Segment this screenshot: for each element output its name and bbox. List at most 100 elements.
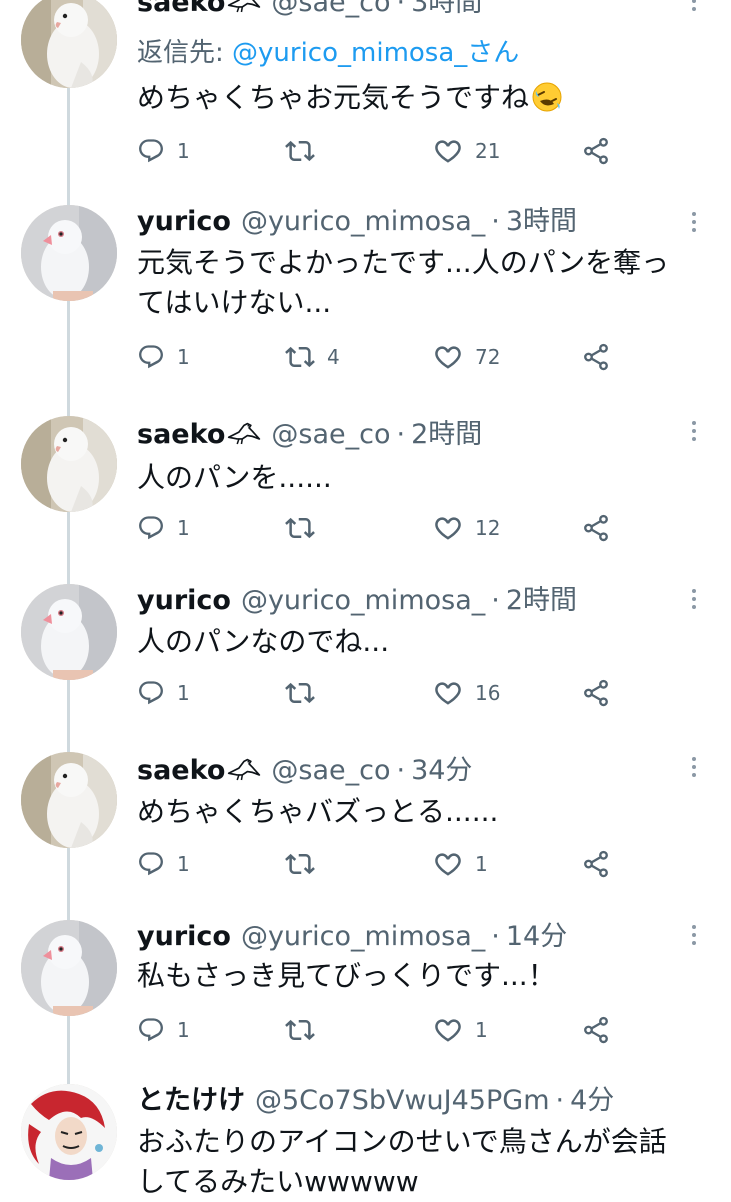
- tweet-card[interactable]: saeko @sae_co · 2時間 人のパンを...... 1 12: [0, 416, 731, 566]
- mention-link[interactable]: @yurico_mimosa_さん: [232, 38, 519, 68]
- share-button[interactable]: [581, 133, 611, 169]
- retweet-button[interactable]: 4: [285, 339, 340, 375]
- reply-button[interactable]: 1: [137, 1012, 190, 1048]
- reply-icon: [137, 137, 165, 165]
- share-button[interactable]: [581, 339, 611, 375]
- bird-badge-icon: [227, 0, 261, 14]
- timestamp[interactable]: 4分: [570, 1085, 614, 1116]
- more-options-icon[interactable]: [684, 209, 704, 239]
- like-button[interactable]: 1: [433, 846, 488, 882]
- share-icon: [581, 678, 611, 708]
- tweet-text: めちゃくちゃお元気そうですね: [137, 78, 707, 118]
- user-handle[interactable]: @sae_co: [271, 419, 390, 450]
- timestamp[interactable]: 3時間: [506, 206, 577, 237]
- separator-dot: ·: [555, 1085, 565, 1116]
- more-options-icon[interactable]: [684, 922, 704, 952]
- tweet-card[interactable]: saeko @sae_co · 3時間 返信先: @yurico_mimosa_さん …: [0, 0, 731, 190]
- reply-icon: [137, 343, 165, 371]
- avatar[interactable]: [21, 205, 117, 301]
- replying-to-label: 返信先:: [137, 38, 233, 68]
- display-name[interactable]: yurico: [137, 921, 231, 952]
- timestamp[interactable]: 2時間: [506, 585, 577, 616]
- reply-button[interactable]: 1: [137, 510, 190, 546]
- retweet-icon: [285, 849, 315, 879]
- heart-icon: [433, 1015, 463, 1045]
- user-handle[interactable]: @yurico_mimosa_: [241, 206, 485, 237]
- like-button[interactable]: 1: [433, 1012, 488, 1048]
- avatar[interactable]: [21, 416, 117, 512]
- tweet-card[interactable]: とたけけ @5Co7SbVwuJ45PGm · 4分 おふたりのアイコンのせいで鳥さん…: [0, 1084, 731, 1200]
- share-button[interactable]: [581, 846, 611, 882]
- display-name[interactable]: saeko: [137, 755, 225, 786]
- like-count: 1: [475, 1018, 488, 1042]
- user-handle[interactable]: @yurico_mimosa_: [241, 921, 485, 952]
- avatar[interactable]: [21, 1084, 117, 1180]
- retweet-button[interactable]: [285, 1012, 327, 1048]
- heart-icon: [433, 136, 463, 166]
- share-button[interactable]: [581, 510, 611, 546]
- timestamp[interactable]: 3時間: [411, 0, 482, 18]
- tweet-header: saeko @sae_co · 2時間: [137, 418, 482, 452]
- avatar[interactable]: [21, 584, 117, 680]
- tweet-text-line: 私もさっき見てびっくりです...！: [137, 959, 556, 992]
- reply-button[interactable]: 1: [137, 675, 190, 711]
- display-name[interactable]: とたけけ: [137, 1085, 245, 1116]
- user-handle[interactable]: @sae_co: [271, 755, 390, 786]
- timestamp[interactable]: 2時間: [411, 419, 482, 450]
- tweet-actions: 1 1: [137, 1012, 617, 1048]
- reply-button[interactable]: 1: [137, 133, 190, 169]
- tweet-actions: 1 1: [137, 846, 617, 882]
- like-button[interactable]: 12: [433, 510, 500, 546]
- avatar[interactable]: [21, 0, 117, 88]
- tweet-header: yurico @yurico_mimosa_ · 14分: [137, 920, 567, 954]
- tweet-card[interactable]: saeko @sae_co · 34分 めちゃくちゃバズっとる...... 1 1: [0, 752, 731, 912]
- user-handle[interactable]: @sae_co: [271, 0, 390, 18]
- like-count: 16: [475, 681, 501, 705]
- avatar[interactable]: [21, 920, 117, 1016]
- retweet-icon: [285, 513, 315, 543]
- tweet-text-line: してるみたいwwwww: [137, 1165, 419, 1198]
- reply-count: 1: [177, 345, 190, 369]
- timestamp[interactable]: 14分: [506, 921, 567, 952]
- tweet-text-line: 人のパンなのでね...: [137, 625, 390, 658]
- like-count: 12: [475, 516, 501, 540]
- replying-to: 返信先: @yurico_mimosa_さん: [137, 36, 519, 70]
- tweet-header: saeko @sae_co · 34分: [137, 754, 472, 788]
- retweet-button[interactable]: [285, 510, 327, 546]
- tweet-card[interactable]: yurico @yurico_mimosa_ · 2時間 人のパンなのでね... 1 …: [0, 584, 731, 734]
- retweet-button[interactable]: [285, 675, 327, 711]
- rolling-laughing-emoji-icon: [532, 82, 562, 112]
- tweet-actions: 1 12: [137, 510, 617, 546]
- more-options-icon[interactable]: [684, 0, 704, 18]
- retweet-button[interactable]: [285, 846, 327, 882]
- display-name[interactable]: saeko: [137, 0, 225, 18]
- tweet-card[interactable]: yurico @yurico_mimosa_ · 14分 私もさっき見てびっくりです.…: [0, 920, 731, 1070]
- more-options-icon[interactable]: [684, 586, 704, 616]
- share-button[interactable]: [581, 675, 611, 711]
- display-name[interactable]: yurico: [137, 206, 231, 237]
- retweet-button[interactable]: [285, 133, 327, 169]
- like-count: 1: [475, 852, 488, 876]
- reply-icon: [137, 679, 165, 707]
- user-handle[interactable]: @yurico_mimosa_: [241, 585, 485, 616]
- display-name[interactable]: yurico: [137, 585, 231, 616]
- reply-button[interactable]: 1: [137, 339, 190, 375]
- avatar[interactable]: [21, 752, 117, 848]
- share-icon: [581, 849, 611, 879]
- like-button[interactable]: 21: [433, 133, 500, 169]
- like-button[interactable]: 72: [433, 339, 500, 375]
- tweet-text: 人のパンを......: [137, 458, 707, 498]
- separator-dot: ·: [396, 0, 406, 18]
- more-options-icon[interactable]: [684, 754, 704, 784]
- tweet-text-line: おふたりのアイコンのせいで鳥さんが会話: [137, 1125, 667, 1158]
- timestamp[interactable]: 34分: [411, 755, 472, 786]
- share-button[interactable]: [581, 1012, 611, 1048]
- user-handle[interactable]: @5Co7SbVwuJ45PGm: [255, 1085, 550, 1116]
- tweet-text-line: 人のパンを......: [137, 461, 332, 494]
- tweet-text-content: めちゃくちゃお元気そうですね: [137, 81, 530, 114]
- display-name[interactable]: saeko: [137, 419, 225, 450]
- more-options-icon[interactable]: [684, 418, 704, 448]
- reply-button[interactable]: 1: [137, 846, 190, 882]
- tweet-card[interactable]: yurico @yurico_mimosa_ · 3時間 元気そうでよかったです...…: [0, 205, 731, 395]
- like-button[interactable]: 16: [433, 675, 500, 711]
